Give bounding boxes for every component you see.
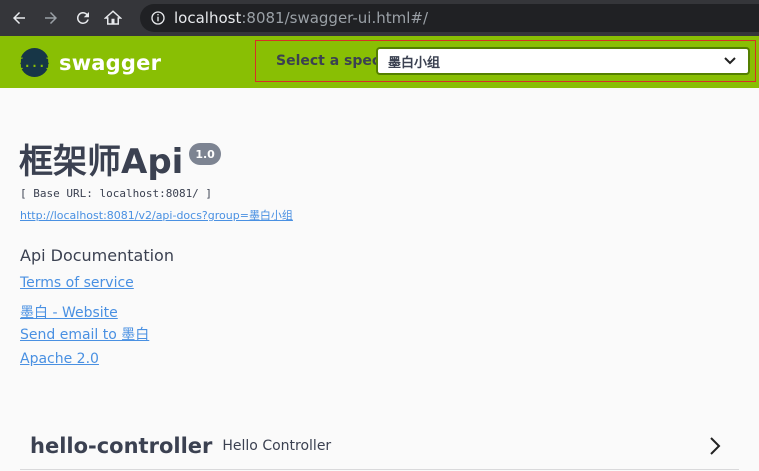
- back-button[interactable]: [8, 7, 30, 29]
- swagger-logo-text: swagger: [59, 50, 162, 75]
- browser-toolbar: localhost:8081/swagger-ui.html#/: [0, 0, 759, 36]
- arrow-left-icon: [13, 12, 25, 24]
- contact-email-link[interactable]: Send email to 墨白: [20, 324, 149, 344]
- license-link[interactable]: Apache 2.0: [20, 351, 99, 367]
- url-path: :8081/swagger-ui.html#/: [241, 9, 429, 27]
- forward-button[interactable]: [40, 7, 62, 29]
- reload-icon: [76, 11, 89, 24]
- page-title: 框架师Api: [19, 142, 184, 182]
- home-icon: [104, 10, 122, 25]
- spec-label: Select a spec: [276, 53, 381, 69]
- tag-name: hello-controller: [30, 433, 213, 458]
- spec-select[interactable]: 墨白小组: [376, 47, 750, 75]
- swagger-topbar: {...} swagger Select a spec 墨白小组: [0, 36, 759, 88]
- swagger-logo-icon: {...}: [16, 48, 53, 77]
- spec-selector-wrapper: Select a spec 墨白小组: [255, 40, 756, 82]
- chevron-down-icon: [724, 57, 736, 65]
- chevron-right-icon[interactable]: [709, 436, 721, 456]
- api-title-row: 框架师Api 1.0: [19, 140, 221, 184]
- tag-description: Hello Controller: [222, 437, 332, 454]
- website-link[interactable]: 墨白 - Website: [20, 302, 118, 322]
- home-button[interactable]: [102, 7, 124, 29]
- info-icon[interactable]: [150, 10, 166, 26]
- tag-section-hello-controller[interactable]: hello-controller Hello Controller: [20, 422, 739, 470]
- base-url: [ Base URL: localhost:8081/ ]: [20, 187, 213, 200]
- api-docs-link[interactable]: http://localhost:8081/v2/api-docs?group=…: [20, 207, 293, 223]
- arrow-right-icon: [45, 12, 57, 24]
- version-badge: 1.0: [189, 143, 221, 165]
- terms-of-service-link[interactable]: Terms of service: [20, 275, 134, 291]
- reload-button[interactable]: [72, 7, 94, 29]
- spec-selected-value: 墨白小组: [388, 54, 441, 70]
- address-bar[interactable]: localhost:8081/swagger-ui.html#/: [140, 4, 759, 32]
- url-host: localhost: [174, 9, 242, 27]
- api-description: Api Documentation: [20, 246, 174, 265]
- swagger-logo[interactable]: {...} swagger: [16, 48, 162, 77]
